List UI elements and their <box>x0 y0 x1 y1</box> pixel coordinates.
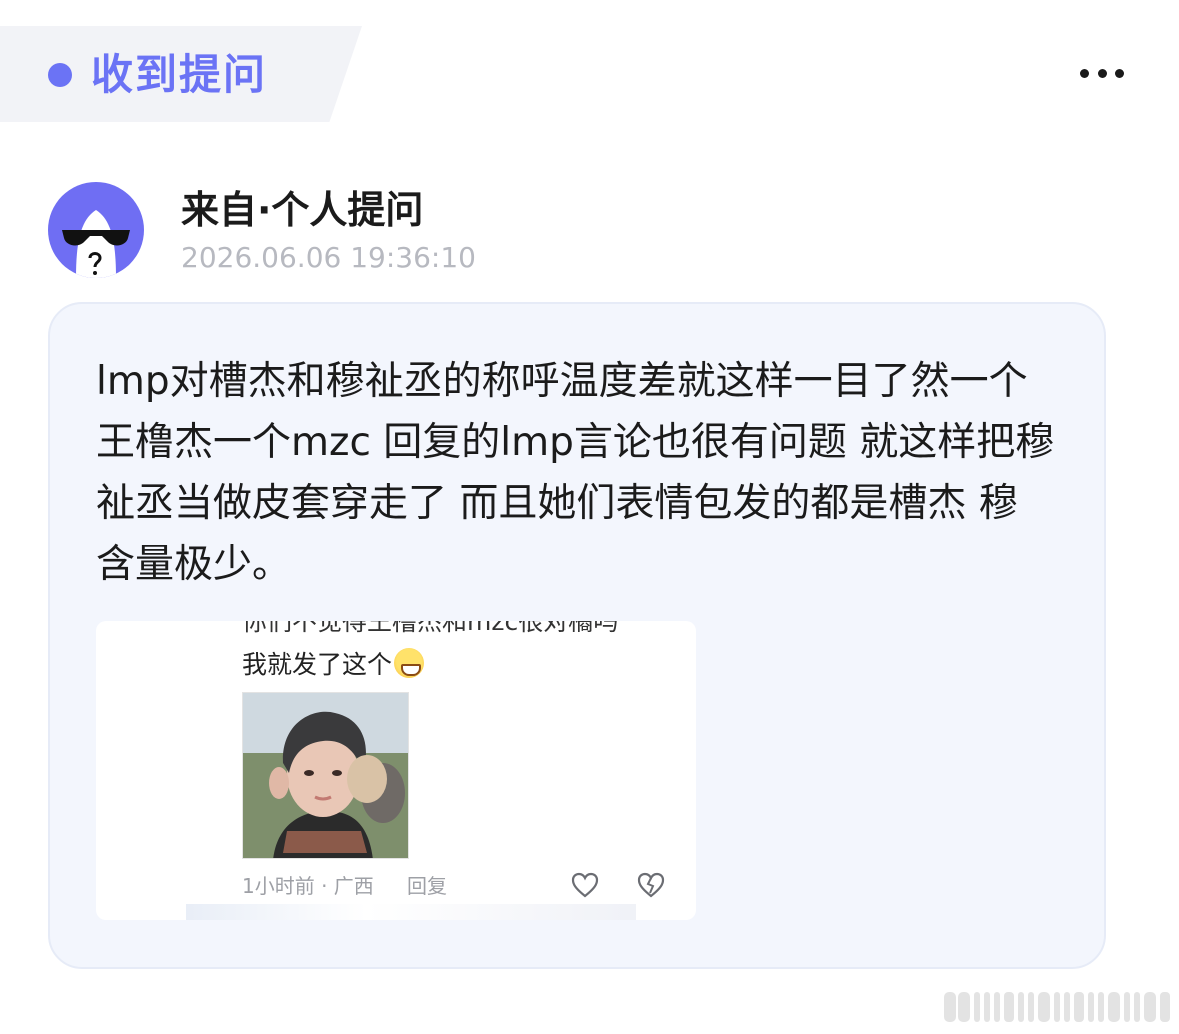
broken-heart-icon[interactable] <box>636 871 666 899</box>
grin-sweat-emoji-icon <box>394 648 425 678</box>
comment-text-line: 我就发了这个 <box>242 648 425 681</box>
watermark-barcode <box>944 992 1170 1022</box>
blurred-strip <box>186 904 636 920</box>
header-dot-icon <box>48 63 72 87</box>
comment-photo[interactable] <box>242 692 409 859</box>
page-title: 收到提问 <box>91 50 268 99</box>
reply-link[interactable]: 回复 <box>407 873 447 899</box>
sender-timestamp: 2026.06.06 19:36:10 <box>181 241 476 274</box>
attached-screenshot[interactable]: 你们不觉得王橹杰和mzc很对橘吗 我就发了这个 1小时前 · 广西 回复 <box>96 621 696 920</box>
question-text: lmp对槽杰和穆祉丞的称呼温度差就这样一目了然一个王橹杰一个mzc 回复的lmp… <box>96 359 1055 587</box>
comment-text: 我就发了这个 <box>242 650 393 679</box>
comment-meta: 1小时前 · 广西 <box>242 874 374 898</box>
anonymous-sunglasses-avatar-icon[interactable] <box>48 182 144 278</box>
question-page: 收到提问 来自·个人提问 2026.06.06 19:36:10 lmp对槽杰和… <box>0 0 1179 1034</box>
heart-outline-icon[interactable] <box>570 871 600 899</box>
cut-off-comment-line: 你们不觉得王橹杰和mzc很对橘吗 <box>242 621 619 636</box>
sender-name: 来自·个人提问 <box>181 188 424 232</box>
more-horizontal-icon[interactable] <box>1080 66 1124 80</box>
